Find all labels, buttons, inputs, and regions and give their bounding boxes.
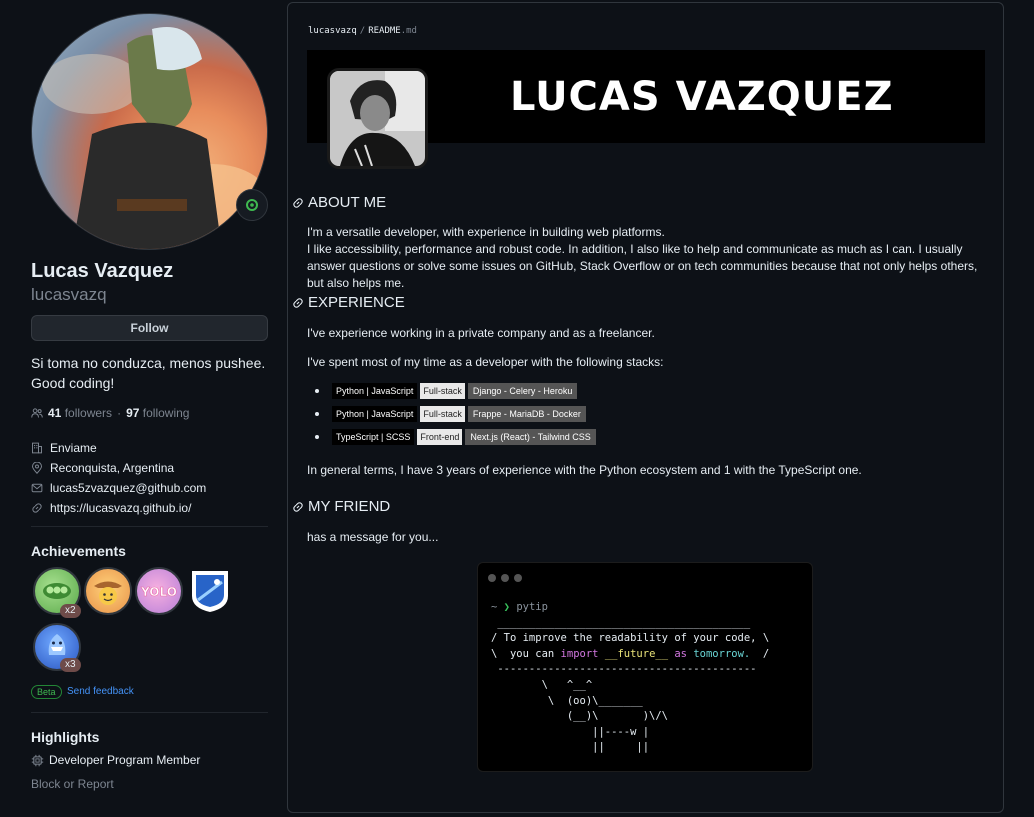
window-controls — [488, 574, 522, 582]
block-or-report-link[interactable]: Block or Report — [31, 777, 114, 791]
bullet — [315, 389, 319, 393]
about-line: I'm a versatile developer, with experien… — [307, 225, 665, 239]
detail-company: Enviame — [31, 438, 206, 458]
banner-photo — [327, 68, 428, 169]
window-dot — [488, 574, 496, 582]
detail-location: Reconquista, Argentina — [31, 458, 206, 478]
window-dot — [501, 574, 509, 582]
status-emoji-icon — [246, 199, 258, 211]
terminal-line: \ you can import __future__ as tomorrow.… — [491, 647, 770, 660]
highlights-title: Highlights — [31, 729, 100, 745]
cowboy-icon — [94, 581, 122, 605]
terminal-line: ________________________________________ — [491, 616, 751, 629]
stats-separator: · — [117, 406, 122, 420]
detail-email[interactable]: lucas5zvazquez@github.com — [31, 478, 206, 498]
stack-lang-badge: Python | JavaScript — [332, 383, 418, 399]
experience-heading: EXPERIENCE — [292, 294, 405, 311]
about-line: I like accessibility, performance and ro… — [307, 242, 978, 290]
profile-name: Lucas Vazquez — [31, 260, 174, 282]
shield-badge-icon — [192, 571, 228, 612]
banner-title: LUCAS VAZQUEZ — [510, 74, 894, 120]
location-icon — [32, 462, 42, 474]
terminal-line: / To improve the readability of your cod… — [491, 632, 770, 645]
stack-role-badge: Full-stack — [420, 383, 465, 399]
breadcrumb: lucasvazq / README.md — [308, 26, 417, 36]
bio-line: Good coding! — [31, 375, 115, 391]
achievements-title: Achievements — [31, 543, 126, 559]
breadcrumb-user[interactable]: lucasvazq — [308, 26, 357, 36]
achievement-yolo[interactable]: YOLO — [135, 567, 183, 615]
profile-login: lucasvazq — [31, 285, 107, 304]
bullet — [315, 435, 319, 439]
stack-role-badge: Full-stack — [420, 406, 465, 422]
detail-website[interactable]: https://lucasvazq.github.io/ — [31, 498, 206, 518]
terminal-line: || || — [491, 741, 650, 754]
breadcrumb-ext: .md — [400, 26, 417, 36]
about-heading: ABOUT ME — [292, 194, 386, 211]
experience-paragraph: In general terms, I have 3 years of expe… — [307, 463, 862, 477]
terminal-image: ~ ❯ pytip ______________________________… — [477, 562, 813, 772]
anchor-link-icon[interactable] — [292, 501, 304, 513]
breadcrumb-separator: / — [359, 26, 366, 36]
terminal-line: ||----w | — [491, 725, 650, 738]
terminal-line: ----------------------------------------… — [491, 663, 757, 676]
window-dot — [514, 574, 522, 582]
stack-tools-badge: Frappe - MariaDB - Docker — [467, 406, 586, 422]
stack-list-item: Python | JavaScript Full-stack Django - … — [315, 383, 578, 399]
avatar-container — [31, 13, 268, 250]
profile-bio: Si toma no conduzca, menos pushee. Good … — [31, 353, 268, 393]
svg-text:YOLO: YOLO — [140, 585, 177, 599]
avatar[interactable] — [31, 13, 268, 250]
yolo-icon: YOLO — [140, 585, 177, 600]
beta-label: Beta — [31, 685, 62, 699]
stack-lang-badge: TypeScript | SCSS — [332, 429, 415, 445]
anchor-link-icon[interactable] — [292, 297, 304, 309]
stack-list-item: Python | JavaScript Full-stack Frappe - … — [315, 406, 586, 422]
terminal-line: \ (oo)\_______ — [491, 694, 643, 707]
organization-icon — [32, 442, 42, 454]
breadcrumb-file[interactable]: README — [368, 26, 401, 36]
link-icon — [32, 503, 42, 513]
about-paragraph: I'm a versatile developer, with experien… — [307, 224, 992, 292]
bio-line: Si toma no conduzca, menos pushee. — [31, 355, 266, 371]
follow-stats: 41 followers · 97 following — [31, 406, 189, 420]
mail-icon — [31, 483, 43, 493]
follow-button[interactable]: Follow — [31, 315, 268, 341]
stack-role-badge: Front-end — [417, 429, 463, 445]
achievement-starstruck[interactable] — [84, 567, 132, 615]
divider — [31, 712, 268, 713]
bullet — [315, 412, 319, 416]
stack-lang-badge: Python | JavaScript — [332, 406, 418, 422]
followers-link[interactable]: 41 followers — [48, 406, 112, 420]
cpu-icon — [31, 754, 44, 766]
achievement-arctic-code-vault[interactable] — [189, 568, 231, 614]
stack-list-item: TypeScript | SCSS Front-end Next.js (Rea… — [315, 429, 596, 445]
status-badge[interactable] — [236, 189, 268, 221]
terminal-prompt-line: ~ ❯ pytip — [491, 601, 548, 613]
stack-tools-badge: Next.js (React) - Tailwind CSS — [465, 429, 596, 445]
achievement-count: x2 — [60, 604, 81, 618]
send-feedback-link[interactable]: Send feedback — [67, 685, 134, 699]
experience-paragraph: I've experience working in a private com… — [307, 326, 655, 340]
highlight-developer-program: Developer Program Member — [31, 753, 200, 767]
following-link[interactable]: 97 following — [126, 406, 189, 420]
experience-paragraph: I've spent most of my time as a develope… — [307, 355, 664, 369]
friend-heading: MY FRIEND — [292, 498, 390, 515]
achievement-count: x3 — [60, 658, 81, 672]
readme-panel: lucasvazq / README.md LUCAS VAZQUEZ ABOUT … — [287, 2, 1004, 813]
anchor-link-icon[interactable] — [292, 197, 304, 209]
people-icon — [31, 408, 43, 418]
terminal-output: ~ ❯ pytip ______________________________… — [491, 600, 769, 756]
friend-paragraph: has a message for you... — [307, 530, 439, 544]
stack-tools-badge: Django - Celery - Heroku — [467, 383, 578, 399]
terminal-line: (__)\ )\/\ — [491, 710, 669, 723]
terminal-line: \ ^__^ — [491, 678, 593, 691]
divider — [31, 526, 268, 527]
profile-details: Enviame Reconquista, Argentina lucas5zva… — [31, 438, 206, 518]
